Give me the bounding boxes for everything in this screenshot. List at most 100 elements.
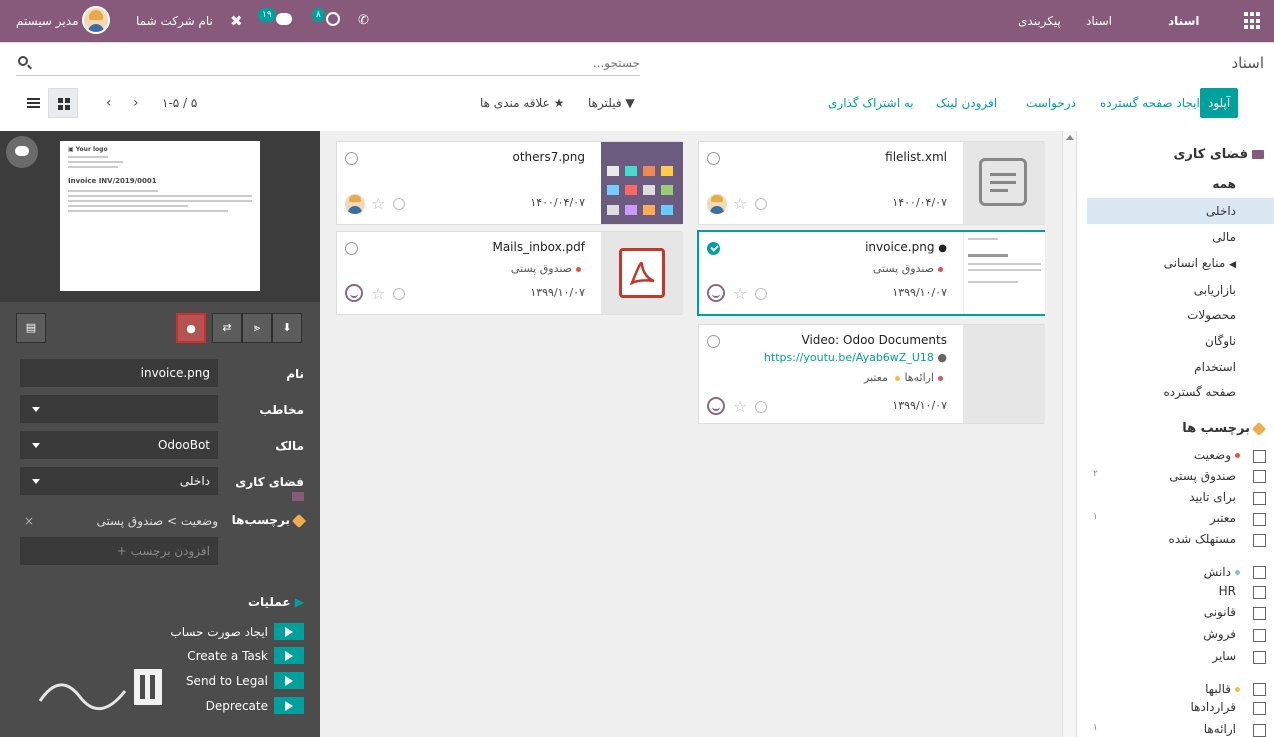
tag-presentations-checkbox[interactable] [1253, 724, 1266, 737]
workspace-all[interactable]: همه [1212, 177, 1236, 191]
templates-group-checkbox[interactable] [1253, 683, 1266, 696]
tag-deprecated-checkbox[interactable] [1253, 534, 1266, 547]
star-icon[interactable]: ☆ [733, 284, 747, 303]
menu-documents[interactable]: اسناد [1086, 0, 1112, 42]
tag-validated-checkbox[interactable] [1253, 513, 1266, 526]
name-label: نام [286, 367, 304, 381]
operation-create-bill[interactable]: ایجاد صورت حساب [140, 623, 304, 641]
menu-configuration[interactable]: پیکربندی [1018, 0, 1061, 42]
invoice-thumbnail[interactable]: ▣ Your logo Invoice INV/2019/0001 [60, 141, 260, 291]
tag-sales-checkbox[interactable] [1253, 629, 1266, 642]
search-input[interactable] [40, 52, 640, 74]
play-icon [274, 672, 304, 689]
download-button[interactable]: ⬇ [272, 313, 302, 343]
chevron-right-icon[interactable]: › [133, 96, 143, 110]
select-checkbox[interactable] [707, 152, 720, 165]
clock-icon[interactable] [755, 198, 767, 210]
share-button[interactable]: به اشتراک گذاری [828, 88, 914, 118]
tag-to-validate-checkbox[interactable] [1253, 492, 1266, 505]
filters-dropdown[interactable]: فیلترها ▼ [588, 88, 635, 118]
workspace-products[interactable]: محصولات [1187, 308, 1236, 322]
phone-icon[interactable]: ✆ [358, 0, 369, 42]
tag-other-checkbox[interactable] [1253, 651, 1266, 664]
status-group-checkbox[interactable] [1253, 450, 1266, 463]
user-menu[interactable]: مدیر سیستم [16, 0, 79, 42]
avatar [345, 194, 365, 214]
add-link-button[interactable]: افزودن لینک [936, 88, 997, 118]
kanban-view-button[interactable] [48, 88, 78, 118]
tag-remove-icon[interactable]: × [24, 511, 34, 531]
request-button[interactable]: درخواست [1026, 88, 1076, 118]
chat-icon[interactable] [6, 136, 38, 168]
select-checkbox[interactable] [345, 242, 358, 255]
chevron-left-icon[interactable]: ‹ [106, 96, 116, 110]
workspace-recruitment[interactable]: استخدام [1194, 360, 1236, 374]
preview-area: ▣ Your logo Invoice INV/2019/0001 [0, 131, 320, 302]
add-tag-input[interactable]: + افزودن برچسب [20, 537, 218, 565]
user-avatar[interactable] [82, 6, 110, 34]
card-url[interactable]: https://youtu.be/Ayab6wZ_U18 ● [764, 351, 947, 364]
tag-contracts: قراردادها [1190, 700, 1237, 714]
smile-icon [345, 284, 363, 302]
pager-value[interactable]: ۱-۵ / ۵ [162, 88, 197, 118]
tag-hr-checkbox[interactable] [1253, 586, 1266, 599]
workspace-hr[interactable]: منابع انسانی ◀ [1164, 256, 1236, 270]
workspace-internal[interactable]: داخلی [1087, 198, 1274, 224]
download-icon: ⬇ [282, 321, 292, 334]
workspace-fleet[interactable]: ناوگان [1205, 334, 1236, 348]
document-card[interactable]: Video: Odoo Documents https://youtu.be/A… [698, 324, 1045, 424]
workspace-spreadsheet[interactable]: صفحه گسترده [1163, 385, 1236, 399]
clock-icon[interactable] [755, 288, 767, 300]
select-checkbox[interactable] [345, 152, 358, 165]
chevron-down-icon [32, 443, 40, 448]
play-icon: ▶ [294, 595, 304, 609]
card-tags: ارائه‌ها معتبر [864, 371, 947, 384]
create-spreadsheet-button[interactable]: ایجاد صفحه گسترده [1100, 88, 1200, 118]
tag-validated: معتبر [1209, 511, 1236, 525]
star-icon[interactable]: ☆ [733, 397, 747, 416]
card-date: ۱۳۹۹/۱۰/۰۷ [892, 399, 947, 412]
clock-icon[interactable] [393, 288, 405, 300]
tag-color-dot [1235, 570, 1240, 575]
archive-button[interactable]: ▤ [16, 313, 46, 343]
star-icon[interactable]: ☆ [371, 284, 385, 303]
tools-icon[interactable]: ✖ [230, 0, 243, 42]
select-checkbox[interactable] [707, 335, 720, 348]
workspace-select[interactable]: داخلی [20, 467, 218, 495]
kanban-scrollbar[interactable] [1062, 131, 1076, 737]
tag-color-dot [1235, 687, 1240, 692]
contact-select[interactable] [20, 395, 218, 423]
tag-to-validate: برای تایید [1189, 490, 1236, 504]
owner-label: مالک [275, 439, 304, 453]
select-checkbox[interactable] [707, 242, 720, 255]
clock-icon[interactable] [755, 401, 767, 413]
owner-select[interactable]: OdooBot [20, 431, 218, 459]
share-file-button[interactable]: ⪢ [242, 313, 272, 343]
favorites-dropdown[interactable]: علاقه مندی ها ★ [480, 88, 564, 118]
document-card[interactable]: Mails_inbox.pdf صندوق پستی ۱۳۹۹/۱۰/۰۷ ☆ [336, 231, 683, 315]
tag-inbox-checkbox[interactable] [1253, 470, 1266, 483]
company-switcher[interactable]: نام شرکت شما [136, 0, 213, 42]
workspace-finance[interactable]: مالی [1212, 230, 1236, 244]
tag-contracts-checkbox[interactable] [1253, 702, 1266, 715]
tag-legal-checkbox[interactable] [1253, 607, 1266, 620]
lock-button[interactable]: ● [176, 313, 206, 343]
document-card-selected[interactable]: invoice.png ● صندوق پستی ۱۳۹۹/۱۰/۰۷ ☆ [697, 230, 1045, 316]
list-view-button[interactable] [18, 88, 48, 118]
search-icon[interactable] [18, 56, 28, 66]
document-card[interactable]: filelist.xml ۱۴۰۰/۰۴/۰۷ ☆ [698, 141, 1045, 225]
tag-color-dot [576, 266, 581, 272]
card-date: ۱۴۰۰/۰۴/۰۷ [892, 196, 947, 209]
apps-grid-icon[interactable] [1244, 12, 1262, 30]
star-icon[interactable]: ☆ [371, 194, 385, 213]
clock-icon[interactable] [393, 198, 405, 210]
chevron-down-icon [32, 479, 40, 484]
workspace-marketing[interactable]: بازاریابی [1194, 283, 1236, 297]
upload-button[interactable]: آپلود [1200, 88, 1239, 118]
document-card[interactable]: others7.png ۱۴۰۰/۰۴/۰۷ ☆ [336, 141, 683, 225]
star-icon[interactable]: ☆ [733, 194, 747, 213]
knowledge-group-checkbox[interactable] [1253, 566, 1266, 579]
tag-inbox-count: ۲ [1093, 469, 1098, 479]
name-field[interactable]: invoice.png [20, 359, 218, 387]
replace-button[interactable]: ⇄ [212, 313, 242, 343]
